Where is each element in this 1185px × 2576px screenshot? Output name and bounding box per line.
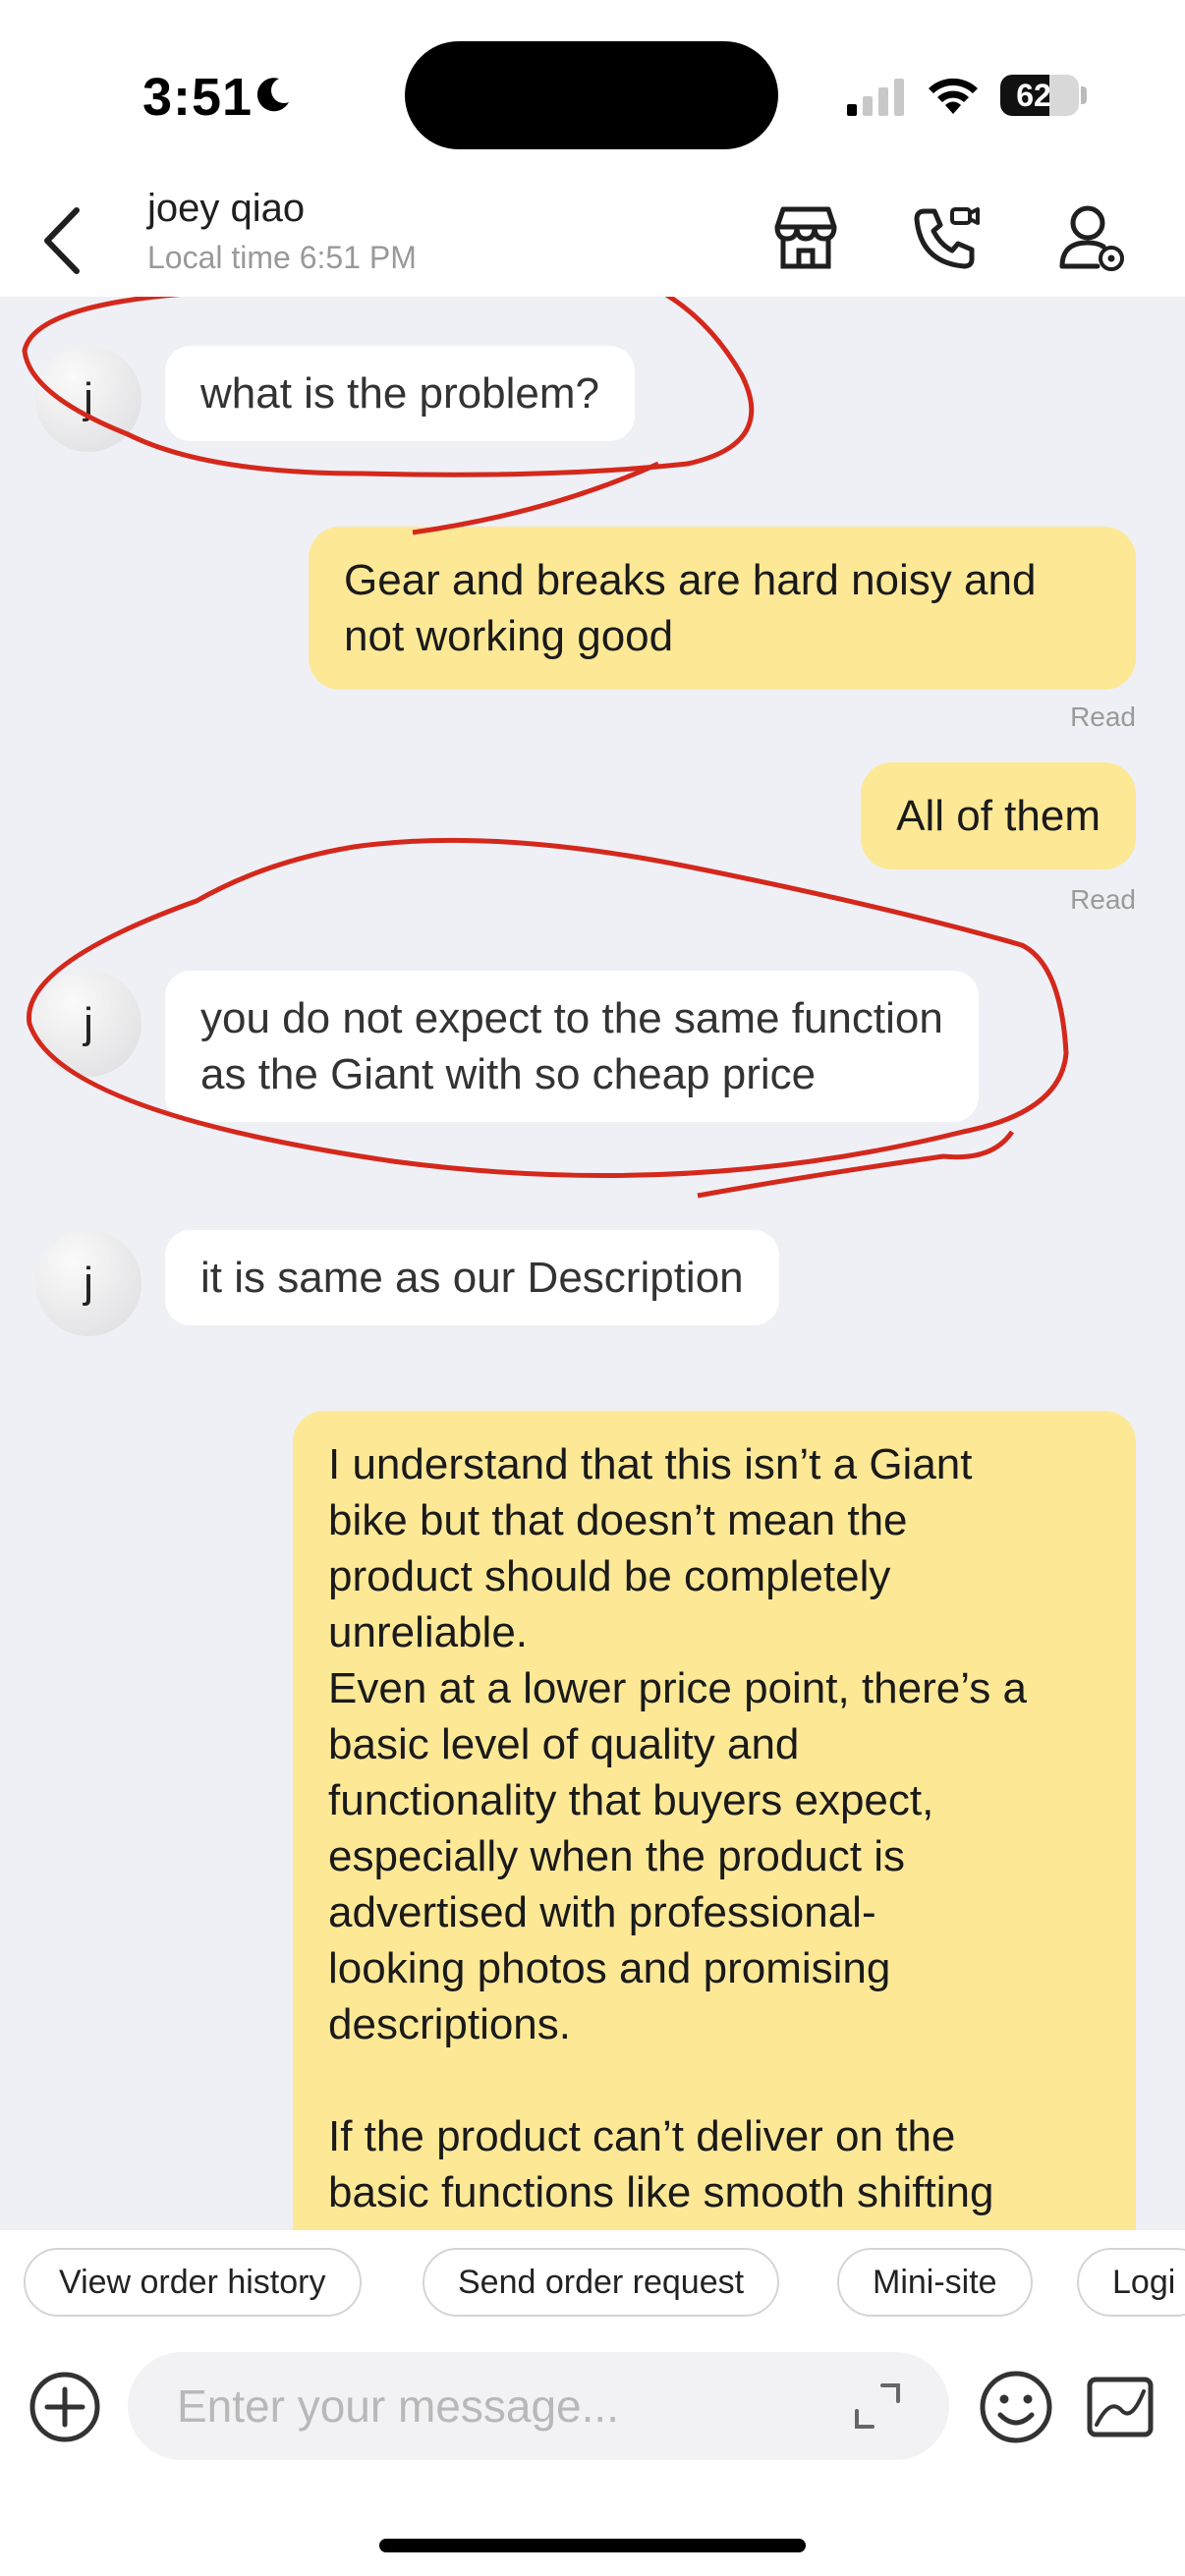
add-button[interactable] (28, 2370, 102, 2444)
status-time: 3:51 (142, 68, 254, 127)
home-indicator (379, 2539, 806, 2552)
wifi-icon (929, 78, 978, 114)
message-input[interactable] (128, 2352, 949, 2460)
view-order-history-chip[interactable]: View order history (24, 2248, 362, 2317)
outgoing-message[interactable]: All of them (861, 762, 1136, 869)
emoji-icon[interactable] (977, 2368, 1055, 2446)
moon-icon (256, 78, 289, 112)
status-bar: 3:51 62 (0, 0, 1185, 187)
image-icon[interactable] (1085, 2372, 1156, 2442)
call-button[interactable] (908, 198, 987, 277)
outgoing-message[interactable]: I understand that this isn’t a Giant bik… (293, 1411, 1136, 2230)
battery-cap (1081, 86, 1087, 104)
seller-avatar[interactable]: j (35, 1230, 141, 1336)
store-icon (774, 206, 837, 269)
chat-header: joey qiao Local time 6:51 PM (0, 187, 1185, 297)
local-time: Local time 6:51 PM (147, 240, 417, 275)
call-icon (914, 207, 980, 269)
incoming-message[interactable]: you do not expect to the same function a… (165, 971, 979, 1122)
outgoing-message[interactable]: Gear and breaks are hard noisy and not w… (309, 527, 1136, 690)
store-button[interactable] (766, 198, 845, 277)
incoming-message[interactable]: what is the problem? (165, 346, 635, 441)
read-receipt: Read (1070, 884, 1136, 915)
back-icon (44, 207, 80, 274)
read-receipt: Read (1070, 701, 1136, 732)
chat-area[interactable]: j what is the problem? Gear and breaks a… (0, 297, 1185, 2230)
expand-icon[interactable] (851, 2380, 904, 2433)
back-button[interactable] (28, 196, 96, 285)
contact-profile-icon (1059, 205, 1124, 271)
seller-avatar[interactable]: j (35, 346, 141, 452)
contact-profile-button[interactable] (1053, 198, 1132, 277)
seller-avatar[interactable]: j (35, 971, 141, 1077)
mini-site-chip[interactable]: Mini-site (837, 2248, 1033, 2317)
signal-icon (847, 79, 904, 116)
login-chip[interactable]: Logi (1077, 2248, 1185, 2317)
send-order-request-chip[interactable]: Send order request (423, 2248, 780, 2317)
dynamic-island (405, 41, 778, 149)
quick-reply-bar[interactable]: View order history Send order request Mi… (0, 2230, 1185, 2338)
battery-level: 62 (1016, 78, 1051, 113)
incoming-message[interactable]: it is same as our Description (165, 1230, 779, 1325)
input-row (0, 2338, 1185, 2476)
battery-indicator: 62 (1000, 75, 1079, 116)
contact-name[interactable]: joey qiao (147, 187, 305, 231)
